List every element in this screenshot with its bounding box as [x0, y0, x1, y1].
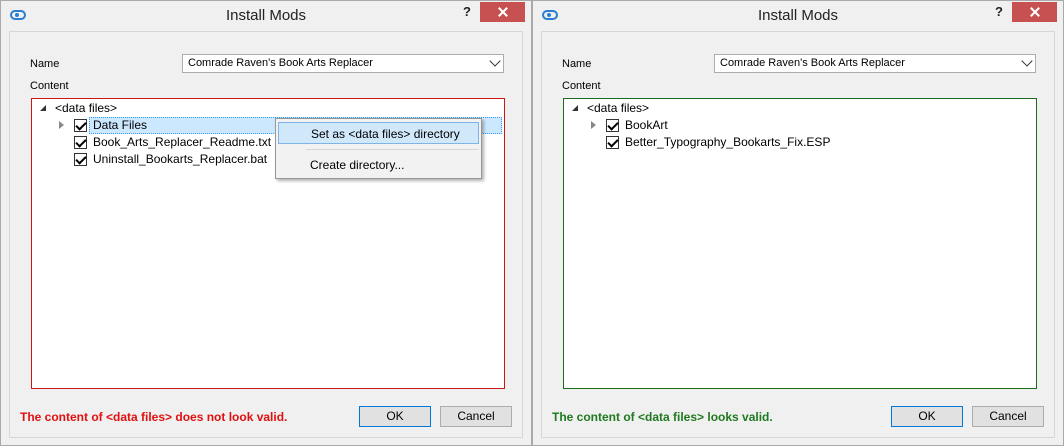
content-tree[interactable]: <data files> BookArt Better_Typography_B…: [563, 98, 1037, 389]
expanded-arrow-icon[interactable]: [40, 105, 46, 111]
tree-root-row[interactable]: <data files>: [32, 100, 504, 117]
checkbox-checked[interactable]: [606, 136, 619, 149]
dialog-title: Install Mods: [757, 7, 839, 24]
tree-root-label: <data files>: [587, 101, 650, 115]
content-label: Content: [30, 80, 69, 92]
checkbox-checked[interactable]: [74, 153, 87, 166]
name-combobox-value: Comrade Raven's Book Arts Replacer: [188, 57, 373, 69]
name-combobox[interactable]: Comrade Raven's Book Arts Replacer: [182, 54, 504, 73]
menu-item-set-data-files-dir[interactable]: Set as <data files> directory: [278, 122, 479, 144]
title-bar: Install Mods ?: [533, 1, 1063, 31]
name-label: Name: [30, 58, 60, 70]
ok-button[interactable]: OK: [359, 406, 431, 427]
cancel-button[interactable]: Cancel: [440, 406, 512, 427]
collapsed-arrow-icon[interactable]: [59, 121, 64, 129]
menu-item-create-directory[interactable]: Create directory...: [278, 154, 479, 176]
close-button[interactable]: [480, 2, 525, 22]
cancel-button[interactable]: Cancel: [972, 406, 1044, 427]
install-mods-dialog-left: Install Mods ? Name Comrade Raven's Book…: [0, 0, 532, 446]
name-combobox[interactable]: Comrade Raven's Book Arts Replacer: [714, 54, 1036, 73]
dialog-body: Name Comrade Raven's Book Arts Replacer …: [541, 31, 1055, 438]
validation-status: The content of <data files> looks valid.: [552, 410, 773, 424]
context-menu: Set as <data files> directory Create dir…: [275, 118, 482, 179]
menu-item-label: Set as <data files> directory: [311, 127, 460, 141]
ok-button[interactable]: OK: [891, 406, 963, 427]
content-label: Content: [562, 80, 601, 92]
tree-node-bookart[interactable]: BookArt: [564, 117, 1036, 134]
tree-node-label: BookArt: [625, 118, 668, 132]
name-combobox-value: Comrade Raven's Book Arts Replacer: [720, 57, 905, 69]
install-mods-dialog-right: Install Mods ? Name Comrade Raven's Book…: [532, 0, 1064, 446]
dialog-title: Install Mods: [225, 7, 307, 24]
name-label: Name: [562, 58, 592, 70]
dialog-body: Name Comrade Raven's Book Arts Replacer …: [9, 31, 523, 438]
tree-node-label: Uninstall_Bookarts_Replacer.bat: [93, 152, 268, 166]
tree-node-esp[interactable]: Better_Typography_Bookarts_Fix.ESP: [564, 134, 1036, 151]
tree-node-label: Data Files: [93, 118, 148, 132]
collapsed-arrow-icon[interactable]: [591, 121, 596, 129]
checkbox-checked[interactable]: [74, 119, 87, 132]
tree-root-row[interactable]: <data files>: [564, 100, 1036, 117]
help-button[interactable]: ?: [989, 4, 1009, 22]
menu-separator: [306, 149, 479, 150]
close-button[interactable]: [1012, 2, 1057, 22]
checkbox-checked[interactable]: [606, 119, 619, 132]
expanded-arrow-icon[interactable]: [572, 105, 578, 111]
checkbox-checked[interactable]: [74, 136, 87, 149]
tree-root-label: <data files>: [55, 101, 118, 115]
help-button[interactable]: ?: [457, 4, 477, 22]
chevron-down-icon[interactable]: [489, 55, 501, 67]
tree-node-label: Better_Typography_Bookarts_Fix.ESP: [625, 135, 831, 149]
validation-status: The content of <data files> does not loo…: [20, 410, 288, 424]
title-bar: Install Mods ?: [1, 1, 531, 31]
tree-node-label: Book_Arts_Replacer_Readme.txt: [93, 135, 272, 149]
menu-item-label: Create directory...: [310, 158, 405, 172]
chevron-down-icon[interactable]: [1021, 55, 1033, 67]
